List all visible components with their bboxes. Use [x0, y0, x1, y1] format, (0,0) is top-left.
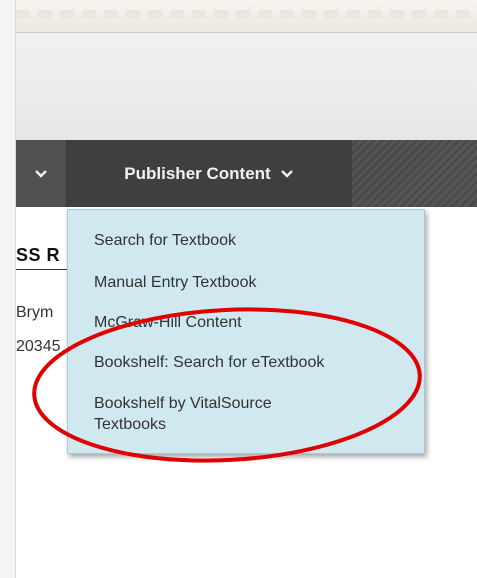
page-heading: SS R	[16, 245, 61, 265]
top-banner-pattern	[16, 10, 477, 18]
menu-item-manual-entry-textbook[interactable]: Manual Entry Textbook	[94, 272, 256, 293]
menu-item-search-for-textbook[interactable]: Search for Textbook	[94, 230, 236, 251]
course-navbar: Publisher Content	[16, 140, 477, 207]
content-text-line-2: 20345	[16, 338, 61, 355]
menu-item-bookshelf-vitalsource[interactable]: Bookshelf by VitalSource Textbooks	[94, 393, 334, 435]
header-band	[16, 33, 477, 140]
menu-item-mcgraw-hill-content[interactable]: McGraw-Hill Content	[94, 312, 242, 333]
menu-item-bookshelf-search-etextbook[interactable]: Bookshelf: Search for eTextbook	[94, 352, 324, 373]
publisher-content-dropdown-menu: Search for Textbook Manual Entry Textboo…	[67, 209, 425, 454]
content-text-line-1: Brym	[16, 304, 54, 321]
tab-publisher-content[interactable]: Publisher Content	[67, 140, 352, 207]
chevron-down-icon	[280, 169, 293, 178]
chevron-down-icon	[35, 169, 47, 178]
nav-previous-menu-toggle[interactable]	[16, 140, 67, 207]
tab-publisher-content-label: Publisher Content	[124, 163, 271, 183]
window-left-edge	[0, 0, 16, 578]
heading-underline	[16, 269, 68, 270]
